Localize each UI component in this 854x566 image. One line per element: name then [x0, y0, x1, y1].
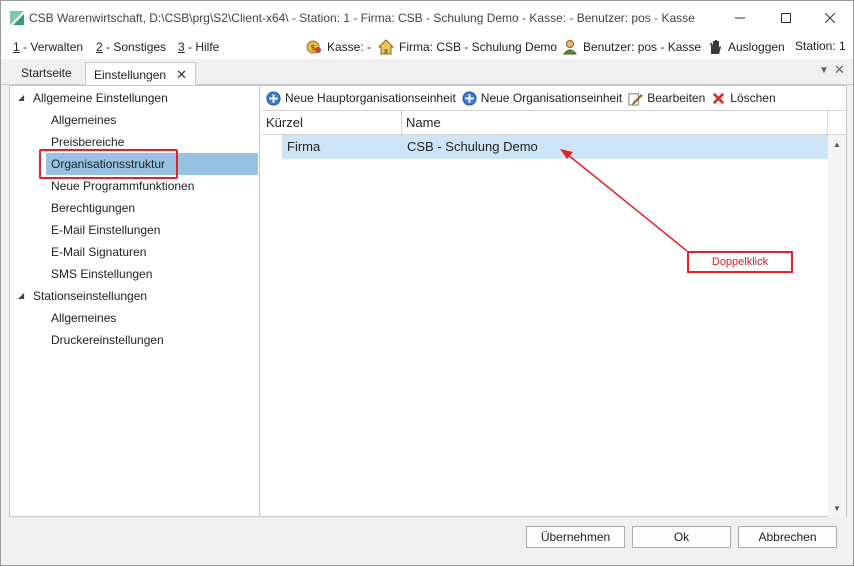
hand-stop-icon: [710, 40, 721, 54]
title-bar: CSB Warenwirtschaft, D:\CSB\prg\S2\Clien…: [1, 1, 853, 35]
menu-label: - Sonstiges: [102, 40, 167, 54]
status-benutzer-label: Benutzer: pos - Kasse: [583, 40, 702, 54]
table-row[interactable]: Firma CSB - Schulung Demo: [282, 135, 828, 159]
new-unit-button[interactable]: Neue Organisationseinheit: [462, 90, 623, 106]
status-benutzer[interactable]: Benutzer: pos - Kasse: [562, 39, 701, 55]
tree-group-stationseinstellungen[interactable]: ◢ Stationseinstellungen: [10, 285, 258, 307]
ok-button[interactable]: Ok: [632, 526, 731, 548]
tree-item-sms-einstellungen[interactable]: SMS Einstellungen: [10, 263, 258, 285]
column-header-kuerzel[interactable]: Kürzel: [262, 111, 402, 135]
dialog-button-bar: Übernehmen Ok Abbrechen: [1, 517, 853, 565]
annotation-label: Doppelklick: [687, 251, 793, 273]
tab-strip: Startseite Einstellungen ✕ ▼ ✕: [1, 59, 853, 85]
menu-bar: 1 - Verwalten 2 - Sonstiges 3 - Hilfe $ …: [1, 35, 853, 59]
cell-kuerzel: Firma: [287, 139, 321, 154]
app-logo-icon: [10, 11, 24, 25]
new-main-unit-button[interactable]: Neue Hauptorganisationseinheit: [266, 90, 456, 106]
cell-name: CSB - Schulung Demo: [407, 139, 538, 154]
minimize-button[interactable]: [717, 1, 763, 35]
status-station: Station: 1: [795, 39, 846, 53]
menu-sonstiges[interactable]: 2 - Sonstiges: [96, 40, 166, 54]
window-title: CSB Warenwirtschaft, D:\CSB\prg\S2\Clien…: [29, 11, 695, 25]
user-icon: [562, 40, 578, 55]
org-grid: Kürzel Name Firma CSB - Schulung Demo ▲ …: [262, 110, 846, 517]
menu-label: - Verwalten: [19, 40, 84, 54]
vertical-scrollbar[interactable]: ▲ ▼: [828, 135, 846, 517]
status-kasse-label: Kasse: -: [327, 40, 372, 54]
menu-verwalten[interactable]: 1 - Verwalten: [13, 40, 83, 54]
edit-button[interactable]: Bearbeiten: [628, 91, 705, 106]
new-main-unit-label: Neue Hauptorganisationseinheit: [285, 91, 456, 105]
tab-label: Startseite: [21, 66, 72, 80]
toolbar: Neue Hauptorganisationseinheit Neue Orga…: [262, 86, 846, 110]
tree-item-neue-programmfunktionen[interactable]: Neue Programmfunktionen: [10, 175, 258, 197]
cash-register-icon: $: [306, 40, 321, 54]
tab-list-dropdown-icon[interactable]: ▼: [819, 65, 829, 76]
delete-button[interactable]: Löschen: [711, 91, 776, 106]
tree-item-label: Druckereinstellungen: [51, 333, 164, 347]
delete-label: Löschen: [730, 91, 776, 105]
content-area: ◢ Allgemeine Einstellungen Allgemeines P…: [9, 85, 847, 517]
tree-item-label: Allgemeines: [51, 113, 117, 127]
minimize-icon: [735, 17, 745, 19]
tree-item-allgemeines[interactable]: Allgemeines: [10, 109, 258, 131]
maximize-button[interactable]: [763, 1, 809, 35]
tree-item-label: Allgemeines: [51, 311, 117, 325]
scroll-up-icon[interactable]: ▲: [833, 140, 841, 149]
grid-header: Kürzel Name: [262, 111, 846, 135]
tree-group-label: Allgemeine Einstellungen: [33, 91, 168, 105]
apply-button[interactable]: Übernehmen: [526, 526, 625, 548]
org-structure-panel: Neue Hauptorganisationseinheit Neue Orga…: [262, 86, 846, 517]
scroll-down-icon[interactable]: ▼: [833, 504, 841, 513]
status-firma[interactable]: Firma: CSB - Schulung Demo: [378, 39, 557, 55]
tree-item-berechtigungen[interactable]: Berechtigungen: [10, 197, 258, 219]
tree-item-label: SMS Einstellungen: [51, 267, 153, 281]
tab-close-icon[interactable]: ✕: [176, 67, 187, 82]
tab-startseite[interactable]: Startseite: [13, 62, 80, 85]
expand-arrow-icon[interactable]: ◢: [18, 87, 24, 109]
tree-group-label: Stationseinstellungen: [33, 289, 148, 303]
logout-label: Ausloggen: [728, 40, 785, 54]
app-window: CSB Warenwirtschaft, D:\CSB\prg\S2\Clien…: [0, 0, 854, 566]
status-station-label: Station: 1: [795, 39, 846, 53]
add-circle-icon: [462, 90, 477, 106]
svg-text:$: $: [310, 43, 315, 52]
tree-item-email-einstellungen[interactable]: E-Mail Einstellungen: [10, 219, 258, 241]
tree-group-allgemeine-einstellungen[interactable]: ◢ Allgemeine Einstellungen: [10, 87, 258, 109]
status-firma-label: Firma: CSB - Schulung Demo: [399, 40, 558, 54]
tab-label: Einstellungen: [94, 68, 167, 82]
logout-button[interactable]: Ausloggen: [707, 39, 785, 55]
home-icon: [378, 39, 394, 55]
new-unit-label: Neue Organisationseinheit: [480, 91, 623, 105]
edit-label: Bearbeiten: [647, 91, 706, 105]
settings-tree: ◢ Allgemeine Einstellungen Allgemeines P…: [10, 86, 260, 516]
menu-key: 1: [13, 40, 20, 54]
close-button[interactable]: [807, 1, 853, 35]
maximize-icon: [781, 13, 791, 23]
menu-hilfe[interactable]: 3 - Hilfe: [178, 40, 219, 54]
expand-arrow-icon[interactable]: ◢: [18, 285, 24, 307]
cancel-button[interactable]: Abbrechen: [738, 526, 837, 548]
tab-einstellungen[interactable]: Einstellungen ✕: [85, 62, 196, 85]
delete-x-icon: [713, 92, 725, 104]
tree-item-email-signaturen[interactable]: E-Mail Signaturen: [10, 241, 258, 263]
tree-item-druckereinstellungen[interactable]: Druckereinstellungen: [10, 329, 258, 351]
tree-item-label: Berechtigungen: [51, 201, 136, 215]
tree-item-label: Neue Programmfunktionen: [51, 179, 195, 193]
edit-pencil-icon: [628, 92, 643, 106]
tabs-close-icon[interactable]: ✕: [834, 62, 845, 78]
menu-key: 3: [178, 40, 185, 54]
status-kasse[interactable]: $ Kasse: -: [306, 39, 371, 55]
close-icon: [825, 13, 835, 23]
tree-item-label: E-Mail Signaturen: [51, 245, 147, 259]
add-circle-icon: [266, 90, 281, 106]
menu-label: - Hilfe: [184, 40, 220, 54]
menu-key: 2: [96, 40, 103, 54]
tree-item-station-allgemeines[interactable]: Allgemeines: [10, 307, 258, 329]
column-header-name[interactable]: Name: [402, 111, 828, 135]
tree-item-label: E-Mail Einstellungen: [51, 223, 161, 237]
